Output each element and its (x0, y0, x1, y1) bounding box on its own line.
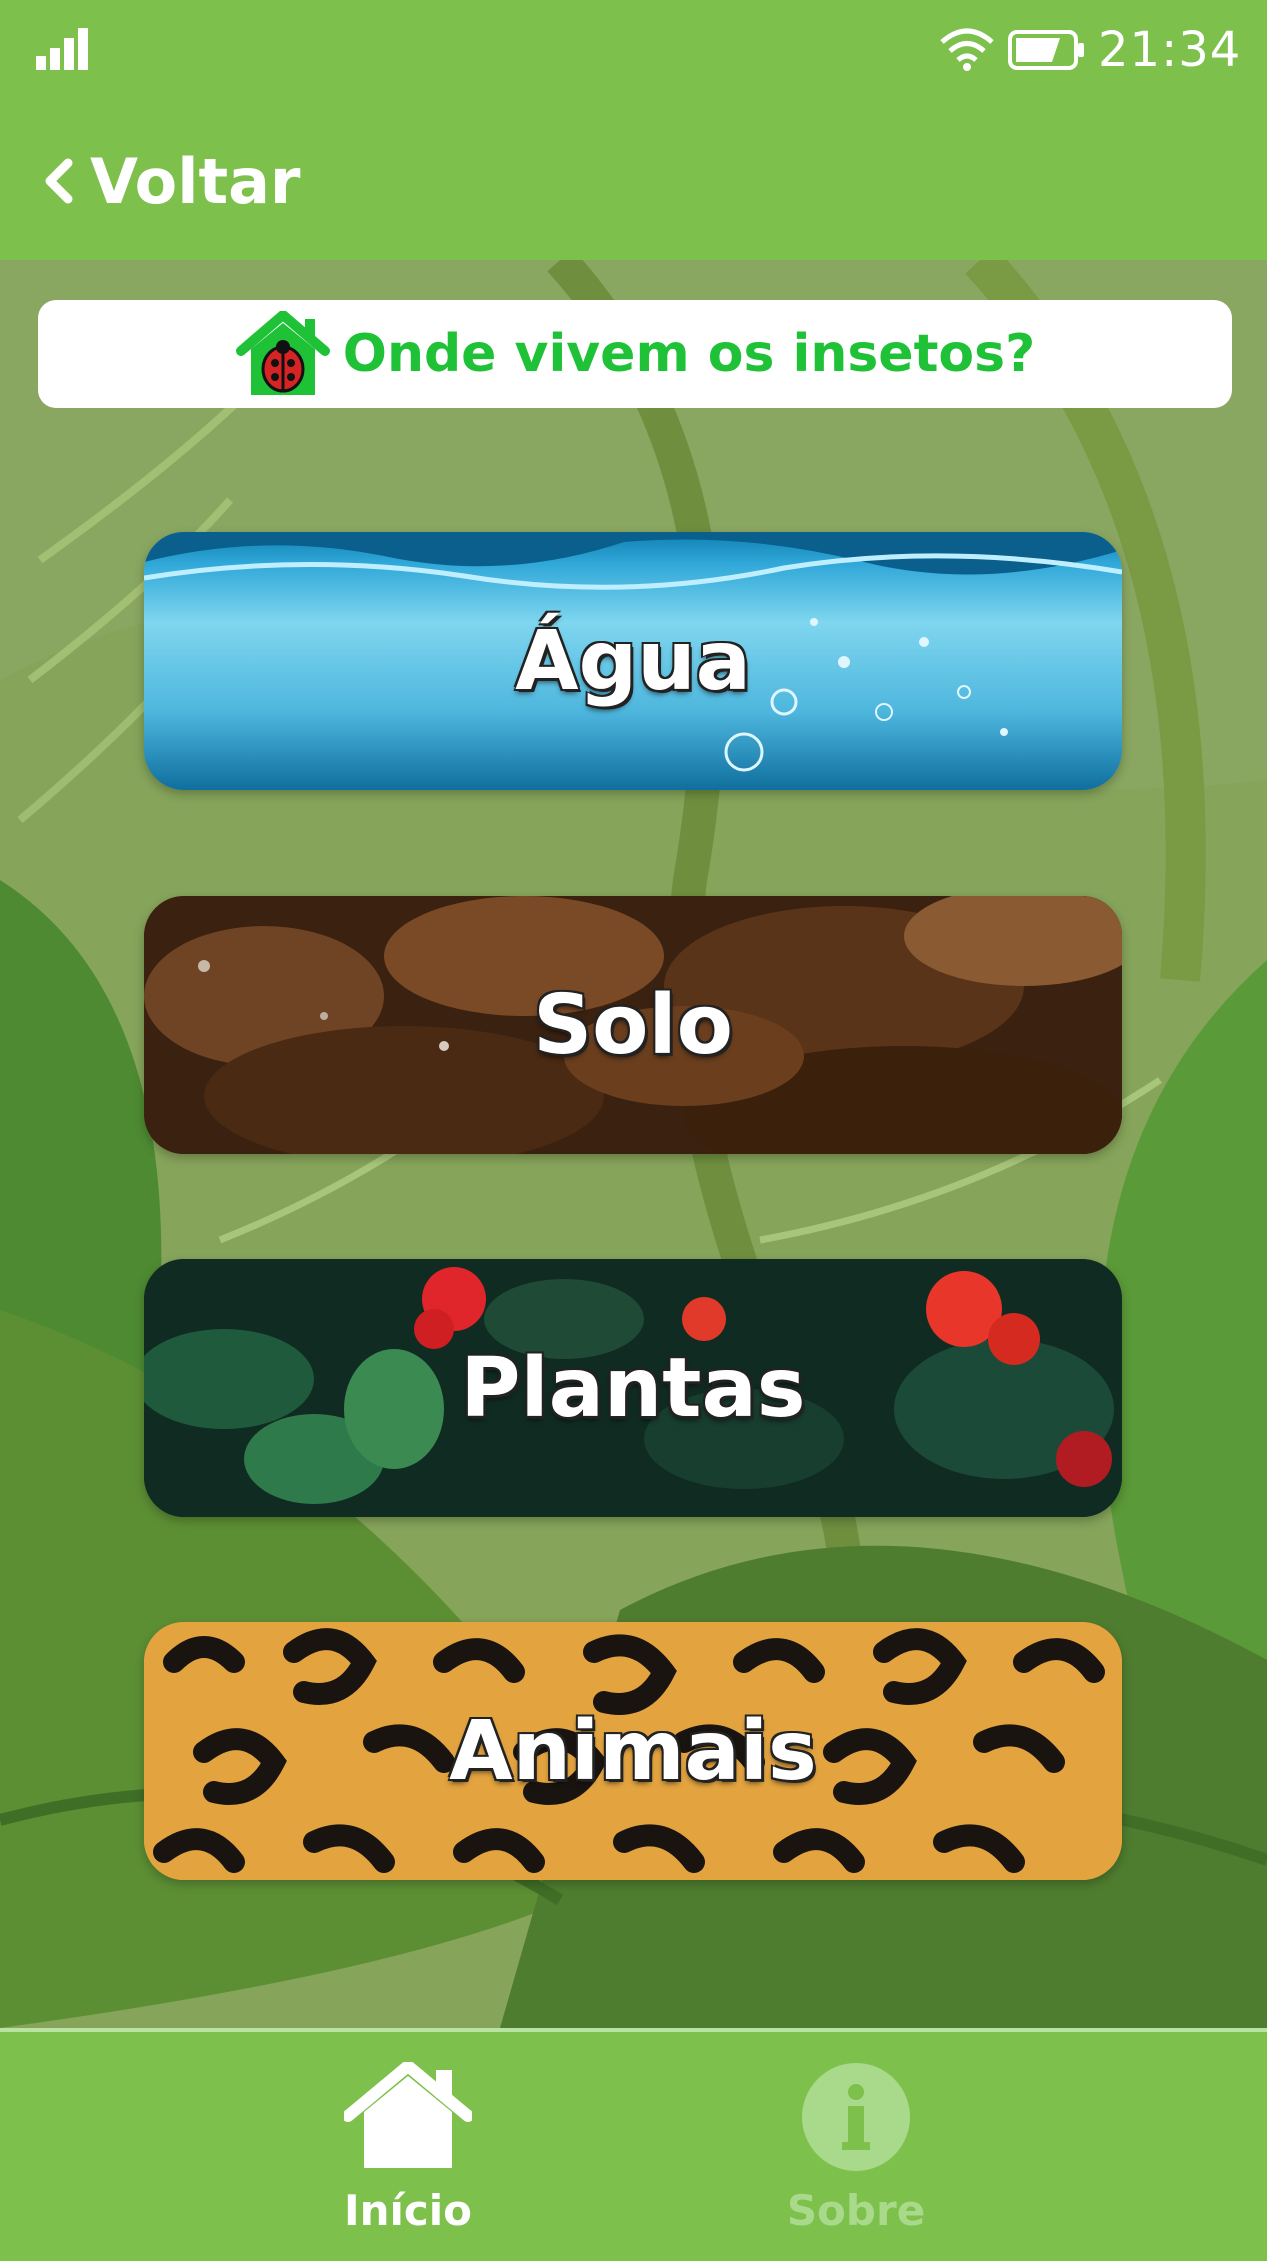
tab-sobre[interactable]: Sobre (706, 2032, 1006, 2261)
info-icon (802, 2063, 910, 2171)
home-icon (344, 2062, 472, 2168)
signal-icon (36, 28, 88, 70)
wifi-icon (940, 28, 994, 71)
title-card: Onde vivem os insetos? (38, 300, 1232, 408)
battery-icon (1008, 30, 1084, 70)
ladybug-house-icon (235, 311, 330, 395)
back-button[interactable]: Voltar (40, 136, 301, 226)
tab-label: Início (343, 2186, 473, 2235)
clock-time: 21:34 (1098, 22, 1242, 78)
back-button-label: Voltar (90, 144, 301, 218)
category-label: Plantas (460, 1340, 806, 1436)
category-label: Animais (449, 1703, 817, 1799)
status-bar: 21:34 (0, 0, 1267, 100)
page-title: Onde vivem os insetos? (342, 324, 1036, 384)
category-plantas-button[interactable]: Plantas (144, 1259, 1122, 1517)
navigation-bar: Voltar (0, 100, 1267, 260)
category-solo-button[interactable]: Solo (144, 896, 1122, 1154)
tab-label: Sobre (786, 2186, 926, 2235)
category-animais-button[interactable]: Animais (144, 1622, 1122, 1880)
category-label: Solo (533, 977, 733, 1073)
tab-inicio[interactable]: Início (258, 2032, 558, 2261)
chevron-left-icon (45, 158, 73, 204)
main-content[interactable]: Onde vivem os insetos? Água Solo Plantas… (0, 260, 1267, 2028)
category-agua-button[interactable]: Água (144, 532, 1122, 790)
bottom-tab-bar: Início Sobre (0, 2028, 1267, 2261)
category-label: Água (515, 613, 751, 709)
